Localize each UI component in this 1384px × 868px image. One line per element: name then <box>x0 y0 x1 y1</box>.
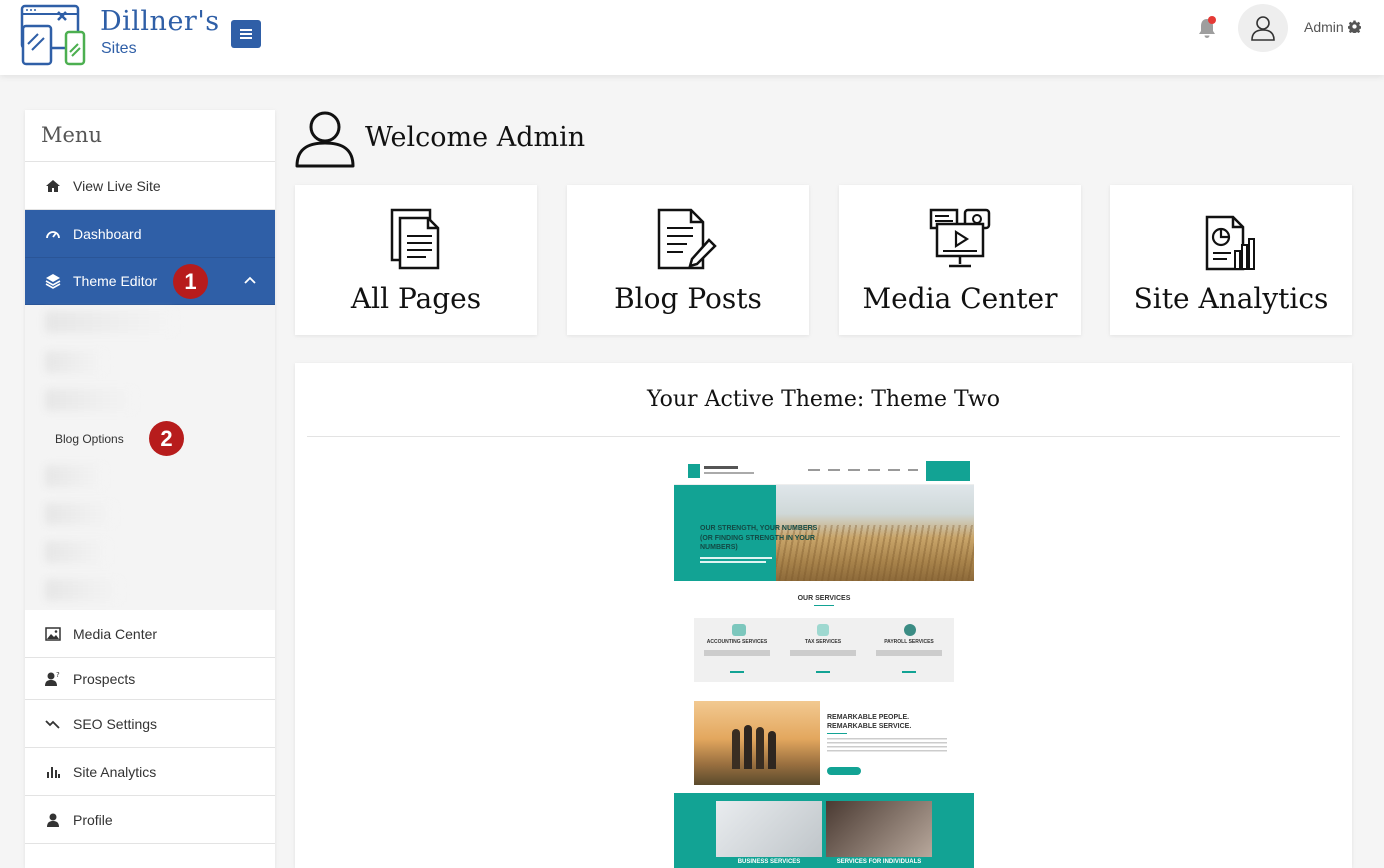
blurred-submenu-item[interactable] <box>45 389 135 411</box>
blurred-submenu-item[interactable] <box>45 351 105 373</box>
sidebar-item-label: SEO Settings <box>73 715 158 732</box>
active-theme-title: Your Active Theme: Theme Two <box>647 387 1000 412</box>
card-label: Media Center <box>862 282 1058 315</box>
blurred-submenu-item[interactable] <box>45 465 105 487</box>
welcome-title: Welcome Admin <box>365 122 586 153</box>
sidebar-item-media-center[interactable]: Media Center <box>25 610 275 658</box>
card-site-analytics[interactable]: Site Analytics <box>1110 185 1352 335</box>
preview-contact-box <box>926 461 970 481</box>
image-icon <box>45 626 61 641</box>
svg-text:?: ? <box>56 671 60 679</box>
sidebar-item-profile[interactable]: Profile <box>25 796 275 844</box>
user-outline-icon <box>295 111 355 168</box>
documents-icon <box>390 208 440 270</box>
preview-hero: OUR STRENGTH, YOUR NUMBERS (OR FINDING S… <box>674 485 974 581</box>
card-label: All Pages <box>350 282 482 315</box>
preview-hero-heading: OUR STRENGTH, YOUR NUMBERS <box>700 525 818 532</box>
layers-icon <box>45 274 61 289</box>
blurred-submenu-item[interactable] <box>45 541 109 563</box>
sidebar-item-view-live-site[interactable]: View Live Site <box>25 162 275 210</box>
sidebar-title: Menu <box>25 110 275 162</box>
bar-chart-icon <box>47 766 60 778</box>
avatar[interactable] <box>1238 4 1288 52</box>
sidebar-item-prospects[interactable]: ? Prospects <box>25 658 275 700</box>
sidebar-item-label: Profile <box>73 811 113 828</box>
divider <box>307 436 1340 437</box>
hamburger-icon <box>240 29 252 31</box>
preview-learn-more-button <box>827 767 861 775</box>
blurred-submenu-item[interactable] <box>45 503 115 525</box>
sidebar-item-site-analytics[interactable]: Site Analytics <box>25 748 275 796</box>
sidebar-item-label: Theme Editor <box>73 273 158 289</box>
sidebar-item-theme-editor[interactable]: Theme Editor 1 <box>25 258 275 305</box>
devices-logo-icon <box>20 4 86 66</box>
preview-service-3: PAYROLL SERVICES <box>884 639 934 645</box>
sidebar: Menu View Live Site Dashboard Theme Edit… <box>25 110 275 868</box>
step-badge-1: 1 <box>173 264 208 299</box>
card-media-center[interactable]: Media Center <box>839 185 1081 335</box>
card-label: Site Analytics <box>1133 282 1329 315</box>
sidebar-item-seo-settings[interactable]: SEO Settings <box>25 700 275 748</box>
theme-preview-image[interactable]: OUR STRENGTH, YOUR NUMBERS (OR FINDING S… <box>674 457 974 868</box>
preview-services-box: ACCOUNTING SERVICES TAX SERVICES PAYROLL… <box>694 618 954 682</box>
menu-toggle-button[interactable] <box>231 20 261 48</box>
trend-icon <box>45 719 60 729</box>
sidebar-item-label: Dashboard <box>73 225 142 242</box>
media-monitor-icon <box>929 208 991 268</box>
sidebar-item-label: View Live Site <box>73 177 161 194</box>
submenu-item-blog-options[interactable]: Blog Options <box>55 432 124 446</box>
sidebar-item-label: Site Analytics <box>73 763 157 780</box>
brand-name: Dillner's <box>100 6 220 37</box>
document-edit-icon <box>657 208 717 270</box>
sidebar-item-dashboard[interactable]: Dashboard <box>25 210 275 258</box>
user-menu[interactable]: Admin <box>1304 19 1361 35</box>
top-bar: Dillner's Sites Admin <box>0 0 1384 75</box>
user-icon <box>47 813 59 827</box>
brand-logo[interactable]: Dillner's Sites <box>20 4 219 66</box>
card-blog-posts[interactable]: Blog Posts <box>567 185 809 335</box>
step-badge-2: 2 <box>149 421 184 456</box>
preview-hero-subheading: (OR FINDING STRENGTH IN YOUR NUMBERS) <box>700 535 815 551</box>
speedometer-icon <box>46 230 60 238</box>
preview-bottom-1: BUSINESS SERVICES <box>737 859 801 865</box>
preview-services-heading: OUR SERVICES <box>797 595 851 602</box>
user-icon <box>1251 16 1275 41</box>
preview-logo <box>688 464 700 478</box>
card-label: Blog Posts <box>614 282 762 315</box>
theme-editor-submenu: Blog Options 2 <box>25 305 275 610</box>
preview-people-heading: REMARKABLE PEOPLE. REMARKABLE SERVICE. <box>827 714 912 730</box>
home-icon <box>46 179 60 192</box>
analytics-report-icon <box>1205 215 1255 271</box>
preview-bottom-2: SERVICES FOR INDIVIDUALS <box>836 859 922 865</box>
sidebar-item-label: Prospects <box>73 670 136 687</box>
preview-bottom-band: BUSINESS SERVICES SERVICES FOR INDIVIDUA… <box>674 793 974 868</box>
sidebar-item-label: Media Center <box>73 625 158 642</box>
card-all-pages[interactable]: All Pages <box>295 185 537 335</box>
preview-people-photo <box>694 701 820 785</box>
brand-subtitle: Sites <box>101 40 137 57</box>
chevron-up-icon[interactable] <box>243 275 257 285</box>
active-theme-panel: Your Active Theme: Theme Two OUR STRENGT… <box>295 363 1352 868</box>
preview-service-1: ACCOUNTING SERVICES <box>706 639 768 645</box>
blurred-submenu-item[interactable] <box>45 311 175 333</box>
preview-nav <box>674 457 974 485</box>
user-label: Admin <box>1304 19 1344 35</box>
gear-icon <box>1347 20 1361 35</box>
preview-service-2: TAX SERVICES <box>804 639 842 645</box>
blurred-submenu-item[interactable] <box>45 579 121 601</box>
notification-dot <box>1208 16 1216 24</box>
user-question-icon: ? <box>45 671 60 686</box>
